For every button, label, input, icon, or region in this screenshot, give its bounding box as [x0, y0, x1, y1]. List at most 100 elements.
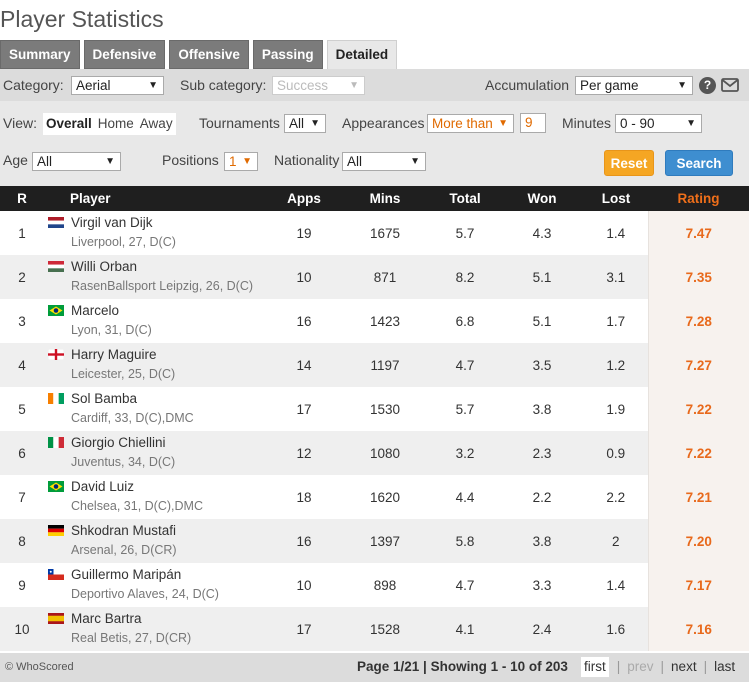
view-away[interactable]: Away: [137, 113, 176, 135]
nationality-select[interactable]: All ▼: [342, 152, 426, 171]
mins-cell: 871: [340, 255, 430, 299]
header-apps[interactable]: Apps: [268, 186, 340, 211]
won-cell: 3.5: [500, 343, 584, 387]
lost-cell: 1.7: [606, 313, 626, 329]
rating-cell: 7.17: [647, 563, 749, 607]
minutes-select[interactable]: 0 - 90 ▼: [615, 114, 702, 133]
table-row: 10 Marc Bartra Real Betis, 27, D(CR) 17 1528…: [0, 607, 749, 651]
total-cell: 5.8: [430, 519, 500, 563]
accumulation-label: Accumulation: [485, 77, 570, 93]
apps-cell: 16: [268, 519, 340, 563]
subcategory-label: Sub category:: [180, 77, 267, 93]
player-cell: Virgil van Dijk Liverpool, 27, D(C): [44, 211, 268, 255]
player-meta: Lyon, 31, D(C): [71, 323, 152, 337]
player-cell: Shkodran Mustafi Arsenal, 26, D(CR): [44, 519, 268, 563]
tab-summary[interactable]: Summary: [0, 40, 80, 69]
header-rank[interactable]: R: [0, 186, 44, 211]
age-select[interactable]: All ▼: [32, 152, 121, 171]
player-link[interactable]: David Luiz: [48, 479, 268, 494]
positions-value: 1: [229, 154, 237, 169]
rating-cell: 7.35: [647, 255, 749, 299]
reset-button[interactable]: Reset: [604, 150, 654, 176]
tournaments-select[interactable]: All ▼: [284, 114, 326, 133]
chevron-down-icon: ▼: [686, 118, 696, 129]
mins-cell: 1530: [369, 401, 401, 417]
pager-prev[interactable]: prev: [627, 659, 653, 678]
lost-cell: 3.1: [584, 255, 648, 299]
stat-tabs: Summary Defensive Offensive Passing Deta…: [0, 40, 401, 69]
pager-separator: |: [660, 659, 665, 674]
chevron-down-icon: ▼: [310, 118, 320, 129]
player-cell: Marc Bartra Real Betis, 27, D(CR): [44, 607, 268, 651]
tab-detailed[interactable]: Detailed: [326, 40, 398, 69]
tab-offensive[interactable]: Offensive: [169, 40, 249, 69]
header-won[interactable]: Won: [500, 186, 584, 211]
rating-cell: 7.47: [647, 211, 749, 255]
lost-cell: 0.9: [584, 431, 648, 475]
positions-select[interactable]: 1 ▼: [224, 152, 258, 171]
accumulation-select[interactable]: Per game ▼: [575, 76, 693, 95]
pager-last[interactable]: last: [714, 659, 735, 678]
header-mins[interactable]: Mins: [340, 186, 430, 211]
rating-cell: 7.20: [647, 519, 749, 563]
header-lost[interactable]: Lost: [584, 186, 648, 211]
lost-cell: 1.4: [606, 577, 626, 593]
player-name: Willi Orban: [71, 259, 138, 274]
header-rating[interactable]: Rating: [648, 186, 749, 211]
page-title: Player Statistics: [0, 6, 164, 32]
chevron-down-icon: ▼: [349, 80, 359, 91]
view-toggle: Overall Home Away: [43, 113, 176, 135]
category-select[interactable]: Aerial ▼: [71, 76, 164, 95]
chevron-down-icon: ▼: [105, 156, 115, 167]
header-player[interactable]: Player: [44, 186, 268, 211]
lost-cell: 2: [584, 519, 648, 563]
pager-next[interactable]: next: [671, 659, 697, 678]
total-cell: 4.7: [455, 577, 475, 593]
player-name: Giorgio Chiellini: [71, 435, 166, 450]
rank-cell: 9: [18, 577, 26, 593]
apps-cell: 17: [296, 401, 312, 417]
won-cell: 3.8: [500, 519, 584, 563]
help-icon[interactable]: ?: [699, 77, 716, 94]
mail-icon[interactable]: [721, 78, 739, 92]
rank-cell: 1: [18, 225, 26, 241]
appearances-select[interactable]: More than ▼: [427, 114, 514, 133]
view-overall[interactable]: Overall: [43, 113, 95, 135]
appearances-number-input[interactable]: 9: [520, 113, 546, 133]
subcategory-select[interactable]: Success ▼: [272, 76, 365, 95]
lost-cell: 1.4: [606, 225, 626, 241]
nationality-label: Nationality: [274, 152, 340, 168]
player-link[interactable]: Guillermo Maripán: [48, 567, 268, 582]
player-link[interactable]: Sol Bamba: [48, 391, 268, 406]
england-flag-icon: [48, 349, 64, 360]
view-label: View:: [3, 115, 37, 131]
search-button[interactable]: Search: [665, 150, 733, 176]
rank-cell: 8: [0, 519, 44, 563]
player-link[interactable]: Marc Bartra: [48, 611, 268, 626]
total-cell: 6.8: [455, 313, 475, 329]
tab-defensive[interactable]: Defensive: [83, 40, 166, 69]
apps-cell: 10: [296, 577, 312, 593]
pager-first[interactable]: first: [580, 656, 610, 678]
player-link[interactable]: Shkodran Mustafi: [48, 523, 268, 538]
hungary-flag-icon: [48, 261, 64, 272]
player-stats-table: R Player Apps Mins Total Won Lost Rating…: [0, 186, 749, 651]
table-row: 1 Virgil van Dijk Liverpool, 27, D(C) 19 167…: [0, 211, 749, 255]
player-link[interactable]: Virgil van Dijk: [48, 215, 268, 230]
view-home[interactable]: Home: [95, 113, 137, 135]
chevron-down-icon: ▼: [242, 156, 252, 167]
table-row: 4 Harry Maguire Leicester, 25, D(C) 14 1197 4…: [0, 343, 749, 387]
tab-passing[interactable]: Passing: [252, 40, 323, 69]
tournaments-value: All: [289, 116, 305, 131]
tournaments-label: Tournaments: [199, 115, 280, 131]
header-total[interactable]: Total: [430, 186, 500, 211]
player-link[interactable]: Giorgio Chiellini: [48, 435, 268, 450]
mins-cell: 1620: [369, 489, 401, 505]
player-link[interactable]: Marcelo: [48, 303, 268, 318]
rank-cell: 6: [0, 431, 44, 475]
player-link[interactable]: Willi Orban: [48, 259, 268, 274]
chile-flag-icon: [48, 569, 64, 580]
total-cell: 5.7: [455, 401, 475, 417]
appearances-label: Appearances: [342, 115, 425, 131]
player-link[interactable]: Harry Maguire: [48, 347, 268, 362]
